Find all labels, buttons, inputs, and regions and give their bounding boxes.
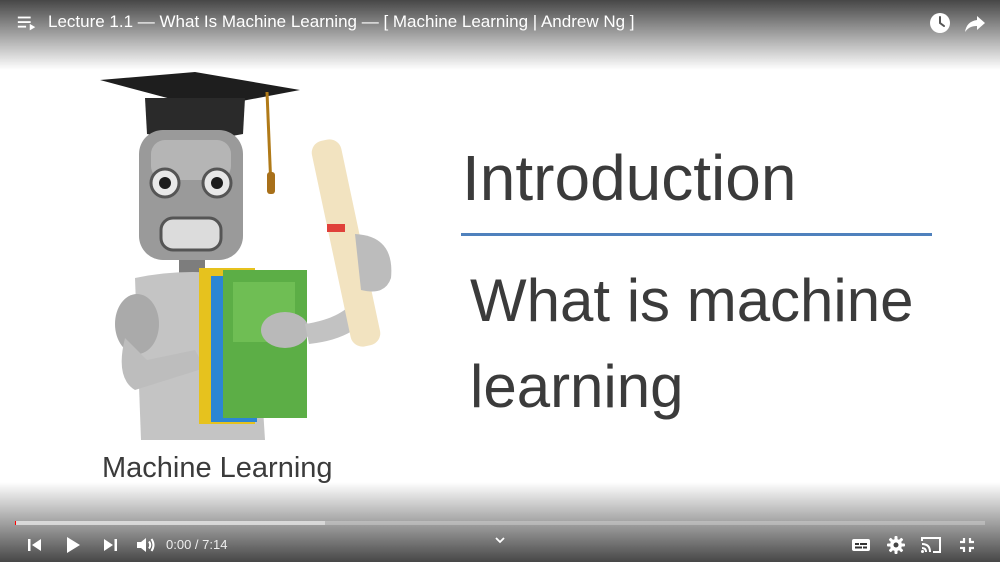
current-time: 0:00 (166, 537, 192, 552)
exit-fullscreen-icon (960, 538, 974, 552)
subtitles-button[interactable] (849, 533, 873, 557)
progress-bar[interactable] (15, 521, 985, 525)
volume-button[interactable] (133, 533, 157, 557)
cast-button[interactable] (919, 533, 943, 557)
clock-icon (930, 13, 950, 33)
share-arrow-icon (965, 16, 985, 32)
subtitles-icon (852, 539, 870, 551)
settings-button[interactable] (884, 533, 908, 557)
volume-icon (137, 538, 155, 552)
progress-played (15, 521, 17, 525)
video-frame: Introduction What is machine learning Ma… (0, 0, 1000, 562)
share-button[interactable] (963, 11, 987, 35)
video-player[interactable]: Introduction What is machine learning Ma… (0, 0, 1000, 562)
watch-later-button[interactable] (928, 11, 952, 35)
time-separator: / (191, 537, 203, 552)
playlist-button[interactable] (16, 12, 38, 34)
video-title[interactable]: Lecture 1.1 — What Is Machine Learning —… (48, 12, 635, 32)
cast-icon (921, 537, 941, 553)
time-display: 0:00 / 7:14 (166, 537, 227, 552)
slide-caption: Machine Learning (102, 452, 333, 484)
expand-button[interactable] (492, 534, 508, 546)
next-button[interactable] (98, 533, 122, 557)
play-button[interactable] (60, 533, 84, 557)
skip-next-icon (104, 539, 117, 551)
playlist-icon (17, 16, 36, 31)
slide-subheading: What is machine learning (470, 267, 914, 420)
slide-divider (461, 233, 932, 236)
chevron-down-icon (495, 537, 505, 544)
progress-buffered (15, 521, 326, 525)
gear-icon (887, 536, 905, 554)
title-bar: Lecture 1.1 — What Is Machine Learning —… (0, 0, 1000, 46)
play-icon (67, 537, 80, 553)
slide-heading: Introduction (462, 142, 797, 214)
previous-button[interactable] (23, 533, 47, 557)
skip-previous-icon (28, 539, 41, 551)
robot-graduate-illustration (100, 72, 392, 440)
duration: 7:14 (202, 537, 228, 552)
exit-fullscreen-button[interactable] (955, 533, 979, 557)
